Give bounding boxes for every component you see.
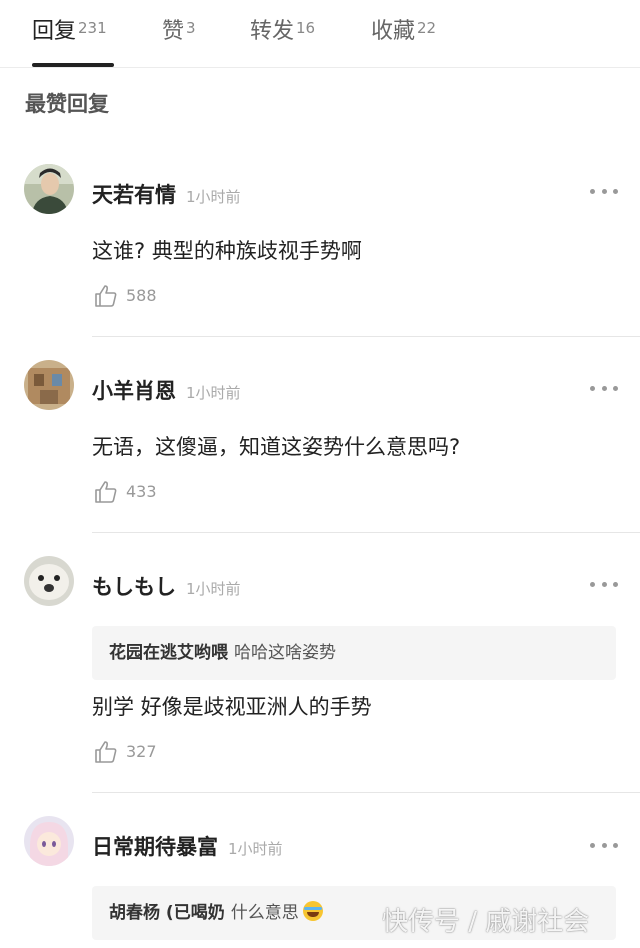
comment-time: 1小时前 <box>228 840 283 858</box>
avatar[interactable] <box>24 360 74 410</box>
comment-username[interactable]: もしもし 1小时前 <box>92 572 241 604</box>
tab-label: 转发 <box>250 19 295 44</box>
tab-likes[interactable]: 赞 3 <box>162 16 196 48</box>
thumbs-up-icon <box>95 481 117 503</box>
comment-text: 这谁? 典型的种族歧视手势啊 <box>92 239 362 263</box>
tab-count: 22 <box>417 19 437 37</box>
tab-replies[interactable]: 回复 231 <box>32 16 107 48</box>
section-title: 最赞回复 <box>25 92 109 116</box>
like-count: 327 <box>126 742 157 761</box>
comment-time: 1小时前 <box>186 580 241 598</box>
tab-favorites[interactable]: 收藏 22 <box>371 16 436 48</box>
tab-count: 231 <box>78 19 107 37</box>
more-icon[interactable] <box>590 579 618 589</box>
comment-text: 无语，这傻逼，知道这姿势什么意思吗? <box>92 435 461 459</box>
tab-label: 回复 <box>32 19 77 44</box>
tears-of-joy-emoji <box>302 901 323 921</box>
tab-count: 16 <box>296 19 316 37</box>
comment-time: 1小时前 <box>186 188 241 206</box>
comment-time: 1小时前 <box>186 384 241 402</box>
quoted-reply[interactable]: 花园在逃艾哟喂 哈哈这啥姿势 <box>92 626 616 680</box>
avatar[interactable] <box>24 816 74 866</box>
quoted-text: 什么意思 <box>230 903 299 923</box>
thumbs-up-icon <box>95 285 117 307</box>
like-button[interactable]: 588 <box>94 284 157 308</box>
avatar[interactable] <box>24 164 74 214</box>
thumbs-up-icon <box>95 741 117 763</box>
quoted-username: 胡春杨 (已喝奶 <box>109 903 225 923</box>
divider <box>92 792 640 793</box>
more-icon[interactable] <box>590 840 618 850</box>
divider <box>92 532 640 533</box>
active-tab-indicator <box>32 63 114 67</box>
tab-bar: 回复 231 赞 3 转发 16 收藏 22 <box>0 0 640 68</box>
quoted-text: 哈哈这啥姿势 <box>234 643 336 663</box>
comment-username[interactable]: 日常期待暴富 1小时前 <box>92 832 283 864</box>
more-icon[interactable] <box>590 186 618 196</box>
divider <box>92 336 640 337</box>
tab-label: 收藏 <box>371 19 416 44</box>
quoted-username: 花园在逃艾哟喂 <box>109 643 228 663</box>
tab-count: 3 <box>186 19 196 37</box>
like-count: 588 <box>126 286 157 305</box>
like-button[interactable]: 327 <box>94 740 157 764</box>
more-icon[interactable] <box>590 383 618 393</box>
tab-reposts[interactable]: 转发 16 <box>250 16 315 48</box>
like-button[interactable]: 433 <box>94 480 157 504</box>
comment-username[interactable]: 小羊肖恩 1小时前 <box>92 376 241 408</box>
watermark: 快传号 / 戚谢社会 <box>382 907 590 937</box>
comment-username[interactable]: 天若有情 1小时前 <box>92 180 241 212</box>
avatar[interactable] <box>24 556 74 606</box>
tab-label: 赞 <box>162 19 185 44</box>
comment-text: 别学 好像是歧视亚洲人的手势 <box>92 695 372 719</box>
like-count: 433 <box>126 482 157 501</box>
